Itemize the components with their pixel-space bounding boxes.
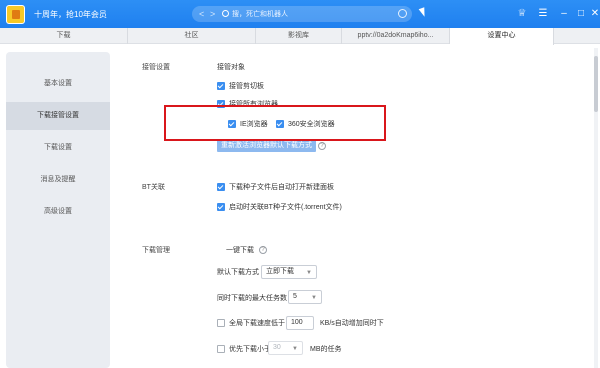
max-tasks-select[interactable]: 5 ▼	[288, 290, 322, 304]
tab-community[interactable]: 社区	[128, 28, 256, 44]
bt-open-panel-label: 下载种子文件后自动打开新建面板	[229, 184, 334, 191]
menu-icon[interactable]: ☰	[537, 8, 549, 20]
chevron-down-icon: ▼	[311, 295, 317, 301]
scrollbar[interactable]	[594, 48, 598, 368]
back-icon[interactable]: <	[199, 8, 204, 20]
priority-small-checkbox[interactable]	[217, 345, 225, 353]
mouse-cursor-icon	[418, 7, 428, 18]
bt-associate-label: 启动时关联BT种子文件(.torrent文件)	[229, 204, 342, 211]
settings-sidebar: 基本设置 下载接管设置 下载设置 消息及提醒 高级设置	[6, 52, 110, 368]
download-mgmt-section-title: 下载管理	[142, 247, 170, 254]
search-icon	[222, 10, 229, 17]
one-click-help-icon[interactable]: ?	[259, 246, 267, 254]
maximize-icon[interactable]: □	[575, 8, 587, 20]
sidebar-item-download[interactable]: 下载设置	[6, 134, 110, 162]
repair-browser-button[interactable]: 重新激活浏览器默认下载方式	[217, 140, 316, 152]
sidebar-item-takeover[interactable]: 下载接管设置	[6, 102, 110, 130]
refresh-icon[interactable]	[398, 9, 407, 18]
bt-open-panel-checkbox[interactable]	[217, 183, 225, 191]
bt-associate-checkbox[interactable]	[217, 203, 225, 211]
priority-small-suffix: MB的任务	[310, 346, 342, 353]
max-tasks-label: 同时下载的最大任务数	[217, 295, 287, 302]
forward-icon[interactable]: >	[210, 8, 215, 20]
app-logo-icon	[6, 5, 25, 24]
highlight-box	[164, 105, 386, 141]
promo-banner[interactable]: 十周年，抢10年会员	[34, 9, 107, 20]
sidebar-item-advanced[interactable]: 高级设置	[6, 198, 110, 226]
tab-video-library[interactable]: 影视库	[256, 28, 342, 44]
help-icon[interactable]: ?	[318, 142, 326, 150]
scrollbar-thumb[interactable]	[594, 56, 598, 112]
bt-section-title: BT关联	[142, 184, 165, 191]
skin-icon[interactable]: ♕	[516, 8, 528, 20]
global-speed-checkbox[interactable]	[217, 319, 225, 327]
global-speed-suffix: KB/s自动增加同时下	[320, 320, 384, 327]
takeover-section-title: 接管设置	[142, 64, 170, 71]
search-input[interactable]	[232, 8, 382, 20]
takeover-target-header: 接管对象	[217, 64, 245, 71]
default-mode-select[interactable]: 立即下载 ▼	[261, 265, 317, 279]
clipboard-label: 接管剪切板	[229, 83, 264, 90]
minimize-icon[interactable]: –	[558, 8, 570, 20]
chevron-down-icon: ▼	[292, 346, 298, 352]
priority-small-label: 优先下载小于	[229, 346, 271, 353]
tab-bar: 下载 社区 影视库 pptv://0a2doKmap6iho... 设置中心	[0, 28, 600, 45]
global-speed-input[interactable]: 100	[286, 316, 314, 330]
one-click-download-label: 一键下载	[226, 247, 254, 254]
priority-size-select[interactable]: 30 ▼	[268, 341, 303, 355]
tab-download[interactable]: 下载	[0, 28, 128, 44]
close-icon[interactable]: ✕	[590, 8, 600, 20]
tab-settings-center[interactable]: 设置中心	[450, 28, 554, 45]
global-speed-label: 全局下载速度低于	[229, 320, 285, 327]
sidebar-item-notifications[interactable]: 消息及提醒	[6, 166, 110, 194]
sidebar-item-basic[interactable]: 基本设置	[6, 70, 110, 98]
search-bar: < >	[192, 6, 428, 22]
chevron-down-icon: ▼	[306, 270, 312, 276]
title-bar: 十周年，抢10年会员 < > ♕ ☰ – □ ✕	[0, 0, 600, 28]
clipboard-checkbox[interactable]	[217, 82, 225, 90]
default-mode-label: 默认下载方式	[217, 269, 259, 276]
tab-pptv-link[interactable]: pptv://0a2doKmap6iho...	[342, 28, 450, 44]
